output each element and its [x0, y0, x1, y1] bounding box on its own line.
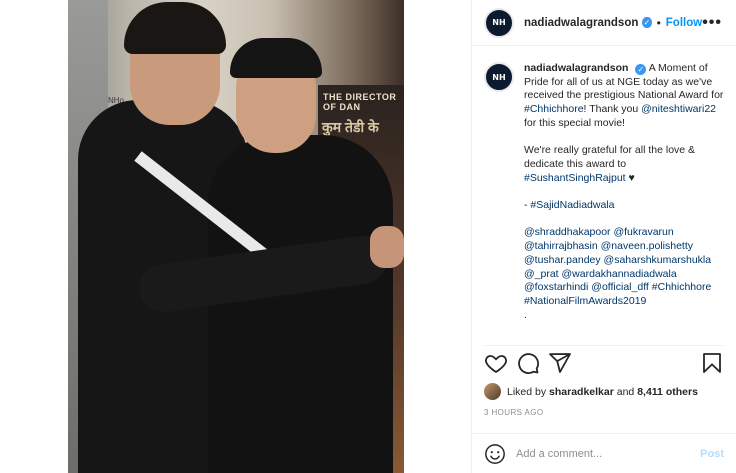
caption-text-part: for this special movie!	[524, 116, 625, 129]
caption-username[interactable]: nadiadwalagrandson	[524, 62, 628, 74]
caption-avatar-text: NH	[492, 72, 506, 82]
likes-summary: Liked by sharadkelkar and 8,411 others	[484, 383, 724, 400]
caption-text: nadiadwalagrandson ✓ A Moment of Pride f…	[524, 62, 726, 322]
liker-avatar[interactable]	[484, 383, 501, 400]
hashtag-link[interactable]: #Chhichhore	[652, 281, 712, 293]
more-icon[interactable]: •••	[702, 14, 722, 32]
mention-link[interactable]: @shraddhakapoor	[524, 226, 613, 238]
caption-link[interactable]: @niteshtiwari22	[641, 103, 716, 115]
person-left-hand	[370, 226, 404, 268]
caption-signoff: - #SajidNadiadwala	[524, 199, 726, 213]
caption-row: NH nadiadwalagrandson ✓ A Moment of Prid…	[484, 62, 726, 322]
caption-trailing: .	[524, 308, 527, 321]
follow-button[interactable]: Follow	[666, 17, 702, 29]
person-left-hair	[124, 2, 226, 54]
mention-link[interactable]: @tushar.pandey	[524, 254, 604, 266]
share-icon[interactable]	[548, 351, 572, 375]
caption-link[interactable]: #Chhichhore	[524, 103, 584, 115]
post-comment-button[interactable]: Post	[700, 448, 724, 460]
comment-bar: Post	[472, 433, 736, 473]
heart-icon[interactable]	[484, 351, 508, 375]
mention-link[interactable]: @naveen.polishetty	[601, 240, 693, 252]
poster-hindi-text: कुम तेडी के	[322, 119, 379, 135]
verified-badge-icon: ✓	[642, 17, 652, 28]
caption-avatar[interactable]: NH	[484, 62, 514, 92]
bookmark-icon[interactable]	[700, 351, 724, 375]
caption-dedication-text: We're really grateful for all the love &…	[524, 144, 696, 170]
comment-input[interactable]	[516, 447, 701, 460]
post-sidebar: NH nadiadwalagrandson ✓ • Follow ••• NH …	[471, 0, 736, 473]
likes-count-link[interactable]: 8,411 others	[637, 386, 698, 398]
avatar[interactable]: NH	[484, 7, 514, 38]
likes-mid: and	[616, 385, 635, 398]
caption-area: NH nadiadwalagrandson ✓ A Moment of Prid…	[484, 62, 726, 334]
mention-link[interactable]: @wardakhannadiadwala	[562, 268, 677, 280]
mention-link[interactable]: @saharshkumarshukla	[604, 254, 712, 266]
username-link[interactable]: nadiadwalagrandson	[524, 17, 638, 29]
post-photo-pane: THE DIRECTOR OF DAN कुम तेडी के NHo	[0, 0, 471, 473]
heart-emoji: ♥	[625, 171, 635, 184]
avatar-text: NH	[492, 18, 506, 27]
hashtag-link[interactable]: #SushantSinghRajput	[524, 172, 626, 184]
post-header: NH nadiadwalagrandson ✓ • Follow •••	[472, 0, 736, 46]
comment-icon[interactable]	[516, 351, 540, 375]
mention-link[interactable]: @tahirrajbhasin	[524, 240, 601, 252]
mention-link[interactable]: @foxstarhindi	[524, 281, 591, 293]
caption-text-part: ! Thank you	[583, 103, 642, 116]
post-actions	[484, 345, 724, 375]
person-right-hair	[230, 38, 322, 78]
mention-link[interactable]: @official_dff	[591, 281, 651, 293]
hashtag-link[interactable]: #SajidNadiadwala	[530, 199, 614, 211]
separator-dot: •	[656, 15, 661, 30]
poster-text: THE DIRECTOR OF DAN	[323, 92, 397, 112]
post-photo[interactable]: THE DIRECTOR OF DAN कुम तेडी के NHo	[68, 0, 404, 473]
hashtag-link[interactable]: #NationalFilmAwards2019	[524, 295, 646, 307]
person-right-body	[208, 135, 393, 473]
caption-paragraph-2: We're really grateful for all the love &…	[524, 144, 726, 185]
caption-paragraph-1: nadiadwalagrandson ✓ A Moment of Pride f…	[524, 62, 726, 131]
mention-link[interactable]: @fukravarun	[613, 226, 673, 238]
post-timestamp[interactable]: 3 HOURS AGO	[484, 408, 544, 417]
liker-username[interactable]: sharadkelkar	[549, 386, 614, 398]
emoji-icon[interactable]	[484, 443, 506, 465]
caption-mentions: @shraddhakapoor @fukravarun @tahirrajbha…	[524, 226, 726, 308]
mention-link[interactable]: @_prat	[524, 268, 562, 280]
likes-prefix: Liked by	[507, 385, 547, 398]
verified-badge-icon: ✓	[635, 64, 647, 75]
